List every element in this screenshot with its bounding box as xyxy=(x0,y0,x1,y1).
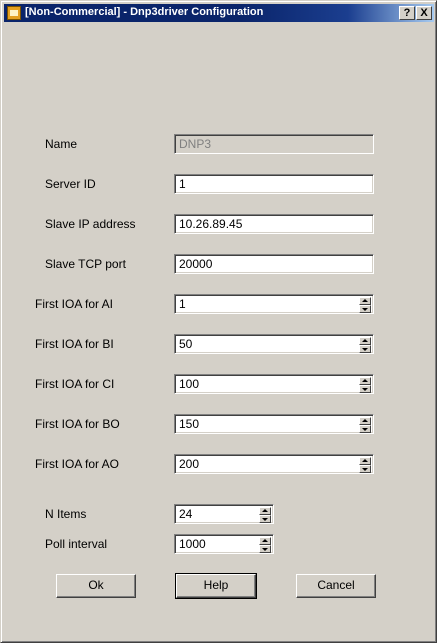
spin-up-icon[interactable] xyxy=(359,297,371,305)
ioa-ao-label: First IOA for AO xyxy=(35,457,120,471)
title-bar[interactable]: [Non-Commercial] - Dnp3driver Configurat… xyxy=(4,4,434,22)
ok-button[interactable]: Ok xyxy=(56,574,136,598)
ioa-ci-value: 100 xyxy=(179,377,200,391)
spin-down-icon[interactable] xyxy=(359,345,371,353)
poll-interval-spinner[interactable]: 1000 xyxy=(174,534,274,554)
spin-down-icon[interactable] xyxy=(359,465,371,473)
slave-port-label: Slave TCP port xyxy=(45,257,126,271)
slave-ip-value: 10.26.89.45 xyxy=(179,217,243,231)
poll-interval-value: 1000 xyxy=(179,537,206,551)
ioa-ai-label: First IOA for AI xyxy=(35,297,114,311)
spin-up-icon[interactable] xyxy=(259,507,271,515)
name-value: DNP3 xyxy=(179,137,212,151)
ioa-bo-spin-buttons xyxy=(359,417,371,433)
n-items-spinner[interactable]: 24 xyxy=(174,504,274,524)
ioa-ai-spinner[interactable]: 1 xyxy=(174,294,374,314)
ioa-ci-spin-buttons xyxy=(359,377,371,393)
spin-down-icon[interactable] xyxy=(259,515,271,523)
n-items-label: N Items xyxy=(45,507,87,521)
ioa-bi-value: 50 xyxy=(179,337,193,351)
spin-up-icon[interactable] xyxy=(359,457,371,465)
slave-port-value: 20000 xyxy=(179,257,213,271)
ioa-ci-label: First IOA for CI xyxy=(35,377,115,391)
spin-down-icon[interactable] xyxy=(359,305,371,313)
spin-up-icon[interactable] xyxy=(259,537,271,545)
spin-up-icon[interactable] xyxy=(359,417,371,425)
slave-ip-label: Slave IP address xyxy=(45,217,136,231)
spin-down-icon[interactable] xyxy=(259,545,271,553)
cancel-button[interactable]: Cancel xyxy=(296,574,376,598)
n-items-value: 24 xyxy=(179,507,193,521)
spin-down-icon[interactable] xyxy=(359,425,371,433)
config-dialog: [Non-Commercial] - Dnp3driver Configurat… xyxy=(0,0,437,643)
window-title: [Non-Commercial] - Dnp3driver Configurat… xyxy=(25,6,264,18)
spin-down-icon[interactable] xyxy=(359,385,371,393)
ioa-bo-label: First IOA for BO xyxy=(35,417,120,431)
ioa-bo-spinner[interactable]: 150 xyxy=(174,414,374,434)
ioa-ai-value: 1 xyxy=(179,297,186,311)
server-id-label: Server ID xyxy=(45,177,96,191)
ioa-bi-label: First IOA for BI xyxy=(35,337,114,351)
spin-up-icon[interactable] xyxy=(359,337,371,345)
n-items-spin-buttons xyxy=(259,507,271,523)
server-id-value: 1 xyxy=(179,177,186,191)
close-title-button[interactable]: X xyxy=(416,6,432,20)
help-button[interactable]: Help xyxy=(175,573,257,599)
slave-ip-input[interactable]: 10.26.89.45 xyxy=(174,214,374,234)
ioa-ao-spinner[interactable]: 200 xyxy=(174,454,374,474)
ioa-bi-spin-buttons xyxy=(359,337,371,353)
spin-up-icon[interactable] xyxy=(359,377,371,385)
ioa-ao-value: 200 xyxy=(179,457,200,471)
app-icon xyxy=(7,6,21,20)
ioa-ao-spin-buttons xyxy=(359,457,371,473)
name-field: DNP3 xyxy=(174,134,374,154)
ioa-ci-spinner[interactable]: 100 xyxy=(174,374,374,394)
server-id-input[interactable]: 1 xyxy=(174,174,374,194)
help-title-button[interactable]: ? xyxy=(399,6,415,20)
slave-port-input[interactable]: 20000 xyxy=(174,254,374,274)
ioa-ai-spin-buttons xyxy=(359,297,371,313)
name-label: Name xyxy=(45,137,78,151)
poll-interval-label: Poll interval xyxy=(45,537,108,551)
ioa-bi-spinner[interactable]: 50 xyxy=(174,334,374,354)
ioa-bo-value: 150 xyxy=(179,417,200,431)
poll-interval-spin-buttons xyxy=(259,537,271,553)
